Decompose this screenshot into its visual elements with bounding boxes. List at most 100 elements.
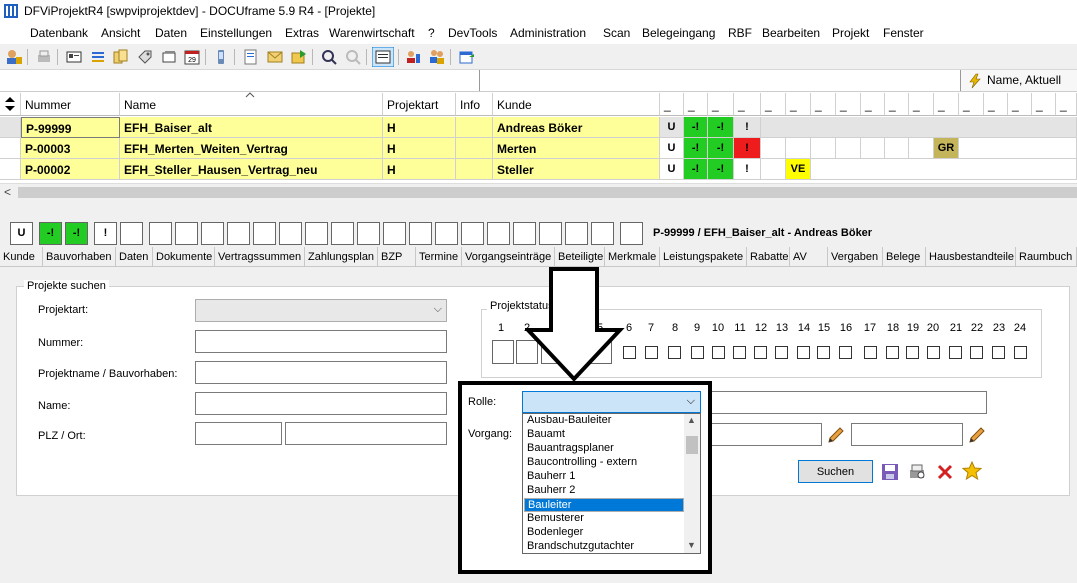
status-box[interactable]	[149, 222, 172, 245]
status-cell[interactable]	[761, 159, 786, 180]
status-column-header[interactable]: _	[959, 93, 984, 116]
status-cell[interactable]: -!	[684, 117, 708, 138]
cell-info[interactable]	[456, 117, 493, 138]
status-column-header[interactable]: _	[786, 93, 811, 116]
view-selector[interactable]: Name, Aktuell	[960, 70, 1077, 91]
column-header-info[interactable]: Info	[456, 93, 493, 116]
status-checkbox[interactable]	[992, 346, 1005, 359]
tab-raumbuch[interactable]: Raumbuch	[1016, 247, 1077, 267]
status-checkbox[interactable]	[1014, 346, 1027, 359]
status-column-header[interactable]: _	[984, 93, 1008, 116]
status-column-header[interactable]: _	[1056, 93, 1077, 116]
tab-zahlungsplan[interactable]: Zahlungsplan	[305, 247, 378, 267]
status-column-header[interactable]: _	[684, 93, 708, 116]
tab-daten[interactable]: Daten	[116, 247, 153, 267]
menu-belegeingang[interactable]: Belegeingang	[642, 26, 715, 40]
phone-icon[interactable]	[212, 48, 230, 66]
column-header-name[interactable]: Name	[120, 92, 383, 116]
cell-name[interactable]: EFH_Baiser_alt	[120, 117, 383, 138]
people-icon[interactable]	[428, 48, 446, 66]
status-column-header[interactable]: _	[909, 93, 934, 116]
tab-rabatte[interactable]: Rabatte	[747, 247, 790, 267]
status-cell[interactable]: -!	[708, 159, 734, 180]
status-cell[interactable]: !	[734, 138, 761, 159]
nummer-field[interactable]	[195, 330, 447, 353]
status-box[interactable]	[620, 222, 643, 245]
status-cell[interactable]: !	[734, 159, 761, 180]
ort-field[interactable]	[285, 422, 447, 445]
dropdown-option[interactable]: Bauleiter	[524, 498, 684, 512]
menu-bearbeiten[interactable]: Bearbeiten	[762, 26, 820, 40]
status-checkbox[interactable]	[712, 346, 725, 359]
tab-av[interactable]: AV	[790, 247, 828, 267]
form-view-icon[interactable]	[372, 47, 394, 67]
status-cell[interactable]: U	[660, 159, 684, 180]
status-column-header[interactable]: _	[761, 93, 786, 116]
cell-kunde[interactable]: Andreas Böker	[493, 117, 660, 138]
status-checkbox[interactable]	[886, 346, 899, 359]
status-checkbox[interactable]	[839, 346, 852, 359]
plz-field[interactable]	[195, 422, 282, 445]
status-box[interactable]	[253, 222, 276, 245]
menu-administration[interactable]: Administration	[510, 26, 586, 40]
card-icon[interactable]	[65, 48, 83, 66]
pencil-icon[interactable]	[967, 425, 987, 445]
dropdown-option[interactable]: Bauamt	[524, 428, 684, 442]
save-icon[interactable]	[880, 462, 900, 482]
menu-daten[interactable]: Daten	[155, 26, 187, 40]
tab-hausbestandteile[interactable]: Hausbestandteile	[926, 247, 1016, 267]
status-box[interactable]	[513, 222, 536, 245]
status-checkbox[interactable]	[733, 346, 746, 359]
tab-kunde[interactable]: Kunde	[0, 247, 43, 267]
status-box[interactable]	[487, 222, 510, 245]
filter-input[interactable]	[0, 70, 480, 91]
menu-extras[interactable]: Extras	[285, 26, 319, 40]
status-column-header[interactable]: _	[1008, 93, 1032, 116]
status-cell[interactable]: -!	[684, 138, 708, 159]
cell-info[interactable]	[456, 159, 493, 180]
search-icon[interactable]	[320, 48, 338, 66]
status-box[interactable]	[539, 222, 562, 245]
search-disabled-icon[interactable]	[344, 48, 362, 66]
menu-ansicht[interactable]: Ansicht	[101, 26, 140, 40]
tab-vergaben[interactable]: Vergaben	[828, 247, 883, 267]
status-checkbox[interactable]	[775, 346, 788, 359]
scroll-left-icon[interactable]: <	[4, 185, 11, 199]
status-column-header[interactable]: _	[708, 93, 734, 116]
cell-nummer[interactable]: P-00003	[21, 138, 120, 159]
tab-bauvorhaben[interactable]: Bauvorhaben	[43, 247, 116, 267]
dropdown-option[interactable]: Bauantragsplaner	[524, 442, 684, 456]
status-column-header[interactable]: _	[885, 93, 909, 116]
row-selector[interactable]	[0, 159, 21, 180]
cell-projektart[interactable]: H	[383, 138, 456, 159]
status-box[interactable]	[591, 222, 614, 245]
tab-vertragssummen[interactable]: Vertragssummen	[215, 247, 305, 267]
tab-leistungspakete[interactable]: Leistungspakete	[660, 247, 747, 267]
cell-nummer[interactable]: P-99999	[21, 117, 120, 138]
tab-bzp[interactable]: BZP	[378, 247, 416, 267]
cell-projektart[interactable]: H	[383, 117, 456, 138]
status-cell[interactable]	[761, 138, 786, 159]
status-cell[interactable]: -!	[708, 117, 734, 138]
status-column-header[interactable]: _	[1032, 93, 1056, 116]
documents-icon[interactable]	[112, 48, 130, 66]
dropdown-option[interactable]: Bauherr 1	[524, 470, 684, 484]
dropdown-option[interactable]: Brandschutzgutachter	[524, 540, 684, 553]
window-export-icon[interactable]	[458, 48, 476, 66]
folder-arrow-icon[interactable]	[290, 48, 308, 66]
status-box[interactable]	[409, 222, 432, 245]
row-selector[interactable]	[0, 117, 21, 138]
status-cell[interactable]	[836, 138, 861, 159]
cell-projektart[interactable]: H	[383, 159, 456, 180]
menu-scan[interactable]: Scan	[603, 26, 630, 40]
status-checkbox[interactable]	[691, 346, 704, 359]
table-row[interactable]: P-00003 EFH_Merten_Weiten_Vertrag H Mert…	[0, 138, 1077, 159]
new-document-icon[interactable]	[242, 48, 260, 66]
dropdown-option[interactable]: Ausbau-Bauleiter	[524, 414, 684, 428]
status-cell[interactable]	[909, 138, 934, 159]
cell-kunde[interactable]: Merten	[493, 138, 660, 159]
status-box[interactable]	[331, 222, 354, 245]
status-box[interactable]	[279, 222, 302, 245]
projektname-field[interactable]	[195, 361, 447, 384]
dropdown-option[interactable]: Bauherr 2	[524, 484, 684, 498]
